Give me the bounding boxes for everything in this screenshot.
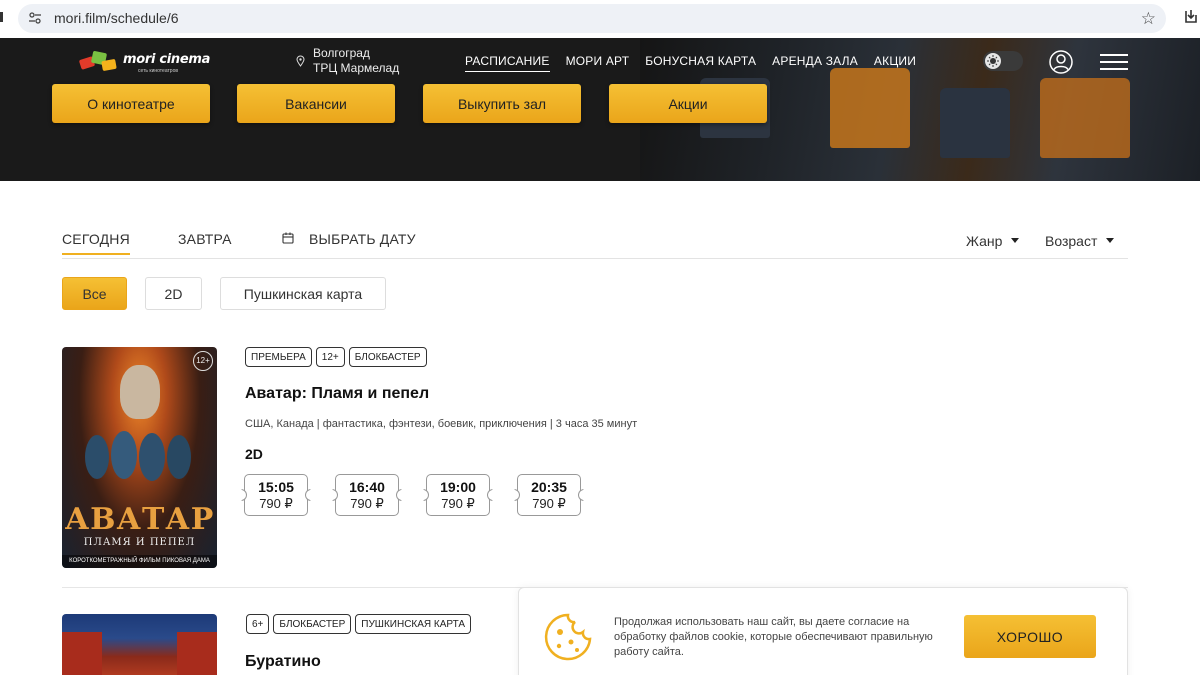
cookie-text: Продолжая использовать наш сайт, вы дает… — [614, 616, 933, 658]
window-edge — [0, 12, 3, 22]
map-pin-icon — [296, 55, 305, 67]
cookie-accept-button[interactable]: ХОРОШО — [964, 615, 1096, 658]
chip-2d[interactable]: 2D — [145, 277, 202, 310]
user-account-icon[interactable] — [1049, 50, 1073, 74]
url-text: mori.film/schedule/6 — [54, 10, 179, 26]
session-button[interactable]: 16:40 790 ₽ — [332, 474, 402, 516]
nav-item-promotions[interactable]: АКЦИИ — [874, 54, 916, 72]
browser-toolbar: mori.film/schedule/6 ☆ — [0, 0, 1200, 38]
seat-shape — [830, 68, 910, 148]
session-price: 790 ₽ — [350, 496, 384, 511]
session-button[interactable]: 19:00 790 ₽ — [423, 474, 493, 516]
nav-item-bonus-card[interactable]: БОНУСНАЯ КАРТА — [645, 54, 756, 72]
movie-badges: ПРЕМЬЕРА 12+ БЛОКБАСТЕР — [245, 347, 427, 367]
poster-figures-art — [85, 431, 191, 481]
nav-item-hall-rent[interactable]: АРЕНДА ЗАЛА — [772, 54, 858, 72]
badge-premiere: ПРЕМЬЕРА — [245, 347, 312, 367]
date-tabs: СЕГОДНЯ ЗАВТРА ВЫБРАТЬ ДАТУ Жанр Возраст — [62, 230, 1128, 259]
poster-title: АВАТАР — [64, 502, 215, 537]
movie-title[interactable]: Аватар: Пламя и пепел — [245, 385, 429, 403]
logo-text: mori cinema — [123, 52, 211, 67]
session-time: 19:00 — [440, 479, 476, 495]
calendar-icon[interactable] — [282, 232, 294, 244]
poster-curtain-art — [177, 632, 217, 675]
badge-age-rating: 6+ — [246, 614, 270, 634]
seat-shape — [1040, 78, 1130, 158]
tab-tomorrow[interactable]: ЗАВТРА — [178, 231, 232, 247]
session-time: 15:05 — [258, 479, 294, 495]
poster-footer: КОРОТКОМЕТРАЖНЫЙ ФИЛЬМ ПИКОВАЯ ДАМА — [62, 555, 217, 568]
nav-item-schedule[interactable]: РАСПИСАНИЕ — [465, 54, 550, 72]
hamburger-menu-icon[interactable] — [1100, 54, 1128, 70]
session-time: 20:35 — [531, 479, 567, 495]
session-button[interactable]: 20:35 790 ₽ — [514, 474, 584, 516]
movie-title[interactable]: Буратино — [245, 653, 321, 671]
badge-pushkin-card: ПУШКИНСКАЯ КАРТА — [355, 614, 472, 634]
sun-icon — [985, 53, 1001, 69]
ticket-notch — [305, 489, 311, 501]
download-icon[interactable] — [1184, 9, 1198, 25]
movie-badges: 6+ БЛОКБАСТЕР ПУШКИНСКАЯ КАРТА — [246, 614, 472, 634]
session-price: 790 ₽ — [259, 496, 293, 511]
session-price: 790 ₽ — [532, 496, 566, 511]
logo-subtitle: сеть кинотеатров — [138, 68, 179, 74]
tab-today[interactable]: СЕГОДНЯ — [62, 231, 130, 255]
movie-poster[interactable]: 12+ АВАТАР ПЛАМЯ И ПЕПЕЛ КОРОТКОМЕТРАЖНЫ… — [62, 347, 217, 568]
poster-face-art — [120, 365, 160, 419]
main-nav: РАСПИСАНИЕ МОРИ АРТ БОНУСНАЯ КАРТА АРЕНД… — [465, 54, 916, 72]
buy-out-hall-button[interactable]: Выкупить зал — [423, 84, 581, 123]
badge-blockbuster: БЛОКБАСТЕР — [273, 614, 352, 634]
site-logo[interactable]: mori cinema сеть кинотеатров — [78, 48, 218, 78]
session-price: 790 ₽ — [441, 496, 475, 511]
age-dropdown[interactable]: Возраст — [1045, 233, 1115, 249]
ticket-notch — [578, 489, 584, 501]
badge-age-rating: 12+ — [315, 347, 345, 367]
seat-shape — [940, 88, 1010, 158]
poster-curtain-art — [62, 632, 102, 675]
format-label: 2D — [245, 446, 263, 462]
theme-toggle[interactable] — [983, 51, 1023, 71]
tab-choose-date[interactable]: ВЫБРАТЬ ДАТУ — [309, 231, 416, 247]
ticket-notch — [487, 489, 493, 501]
bookmark-star-icon[interactable]: ☆ — [1141, 9, 1156, 29]
badge-blockbuster: БЛОКБАСТЕР — [348, 347, 427, 367]
site-header: mori cinema сеть кинотеатров Волгоград Т… — [0, 38, 1200, 181]
movie-poster[interactable] — [62, 614, 217, 675]
about-cinema-button[interactable]: О кинотеатре — [52, 84, 210, 123]
location-city: Волгоград — [313, 46, 370, 60]
chip-pushkin-card[interactable]: Пушкинская карта — [220, 277, 386, 310]
session-time: 16:40 — [349, 479, 385, 495]
nav-item-mori-art[interactable]: МОРИ АРТ — [566, 54, 630, 72]
vacancies-button[interactable]: Вакансии — [237, 84, 395, 123]
poster-age-rating: 12+ — [193, 351, 213, 371]
chevron-down-icon — [1106, 238, 1115, 243]
promotions-button[interactable]: Акции — [609, 84, 767, 123]
ticket-notch — [396, 489, 402, 501]
cookie-icon — [544, 613, 592, 661]
chevron-down-icon — [1011, 238, 1020, 243]
site-settings-icon[interactable] — [28, 11, 42, 25]
logo-mark-icon — [79, 51, 117, 71]
cinema-location[interactable]: Волгоград ТРЦ Мармелад — [296, 46, 399, 76]
genre-dropdown-label: Жанр — [966, 233, 1003, 249]
chip-all[interactable]: Все — [62, 277, 127, 310]
session-button[interactable]: 15:05 790 ₽ — [241, 474, 311, 516]
genre-dropdown[interactable]: Жанр — [966, 233, 1020, 249]
age-dropdown-label: Возраст — [1045, 233, 1098, 249]
cookie-banner: Продолжая использовать наш сайт, вы дает… — [518, 587, 1128, 675]
location-mall: ТРЦ Мармелад — [313, 61, 400, 75]
movie-meta: США, Канада | фантастика, фэнтези, боеви… — [245, 418, 638, 430]
poster-subtitle: ПЛАМЯ И ПЕПЕЛ — [83, 537, 196, 548]
address-bar[interactable]: mori.film/schedule/6 ☆ — [18, 4, 1166, 33]
